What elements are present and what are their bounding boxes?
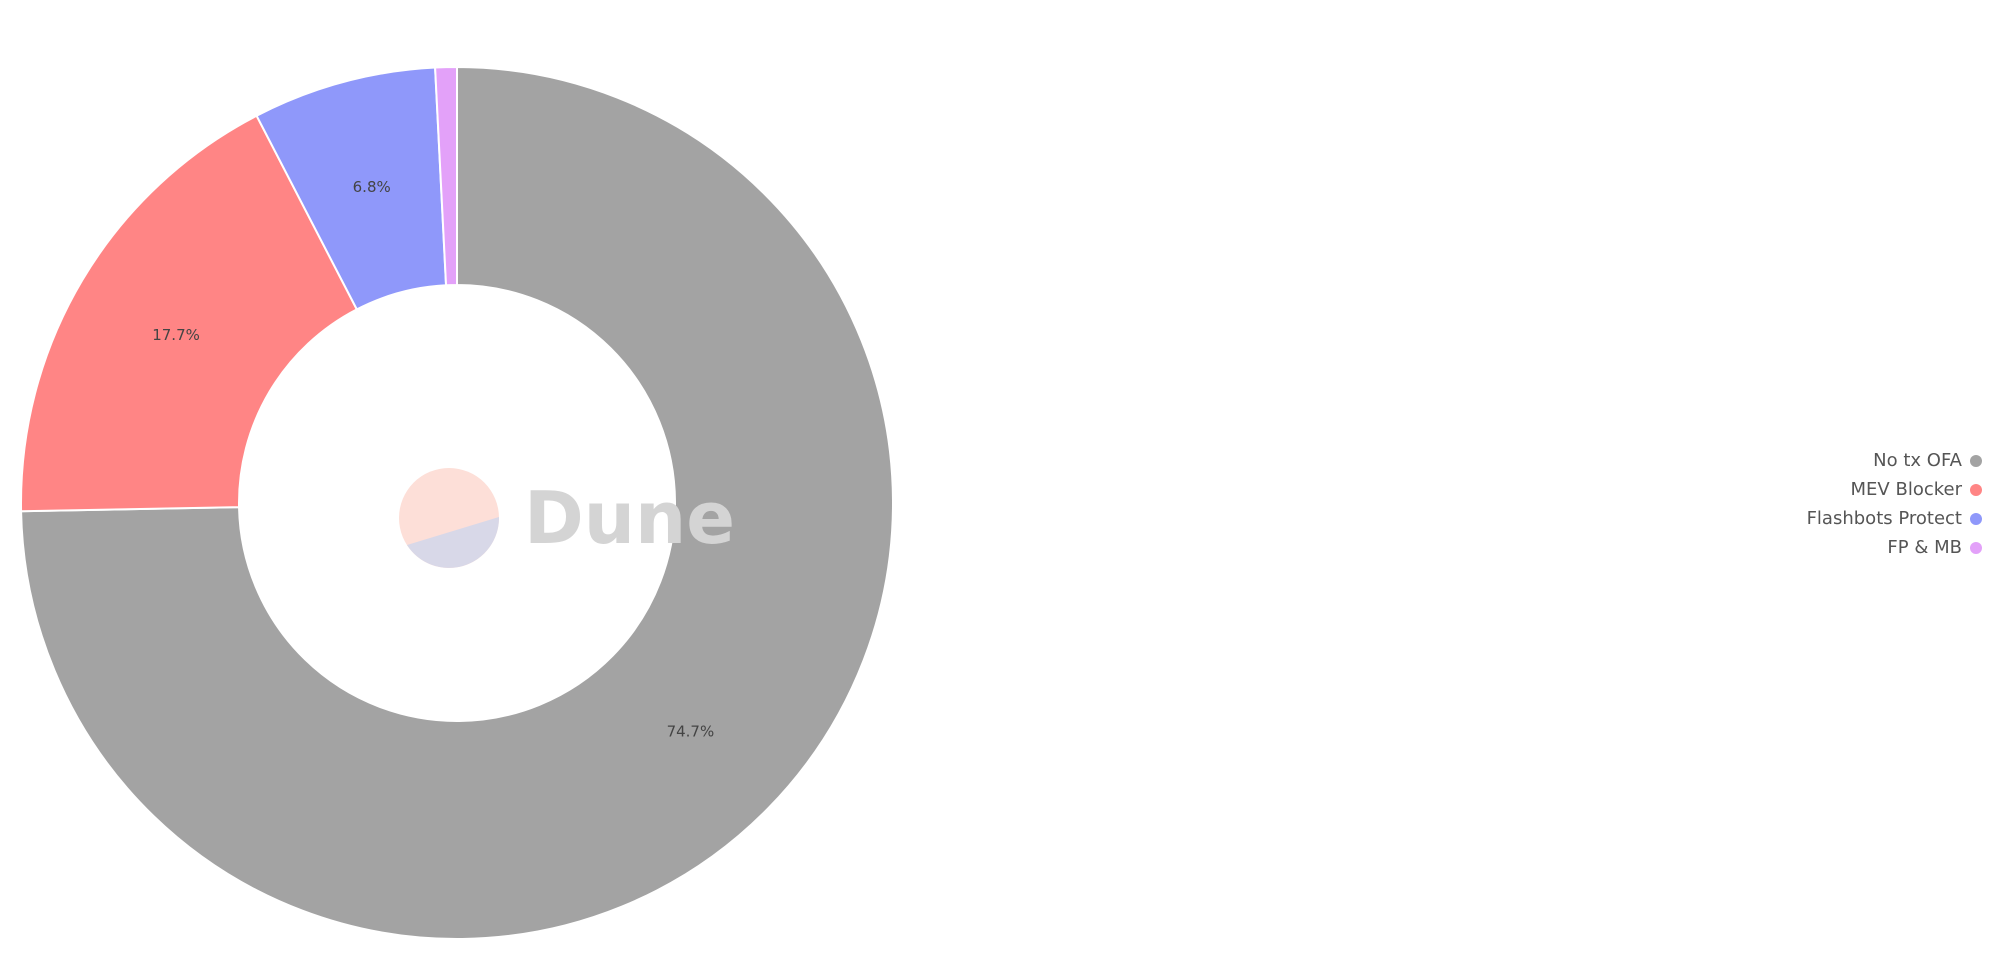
slice-label-flashbots-protect: 6.8% (353, 178, 391, 196)
legend-marker-mev-blocker[interactable] (1970, 484, 1982, 496)
legend-marker-flashbots-protect[interactable] (1970, 513, 1982, 525)
slice-label-mev-blocker: 17.7% (152, 326, 200, 344)
watermark-text: Dune (524, 476, 735, 560)
slice-label-no-tx-ofa: 74.7% (667, 723, 715, 741)
dune-logo-icon (399, 468, 500, 568)
legend-marker-no-tx-ofa[interactable] (1970, 455, 1982, 467)
legend: No tx OFA MEV Blocker Flashbots Protect FP … (1807, 450, 1982, 558)
legend-marker-fp-mb[interactable] (1970, 542, 1982, 554)
legend-label-fp-mb[interactable]: FP & MB (1887, 537, 1962, 558)
legend-label-mev-blocker[interactable]: MEV Blocker (1851, 479, 1963, 500)
legend-label-no-tx-ofa[interactable]: No tx OFA (1873, 450, 1963, 471)
dune-watermark: Dune (399, 468, 735, 568)
pie-chart: 74.7% 17.7% 6.8% Dune No tx OFA MEV Blocker… (20, 65, 1982, 940)
legend-label-flashbots-protect[interactable]: Flashbots Protect (1807, 508, 1962, 529)
